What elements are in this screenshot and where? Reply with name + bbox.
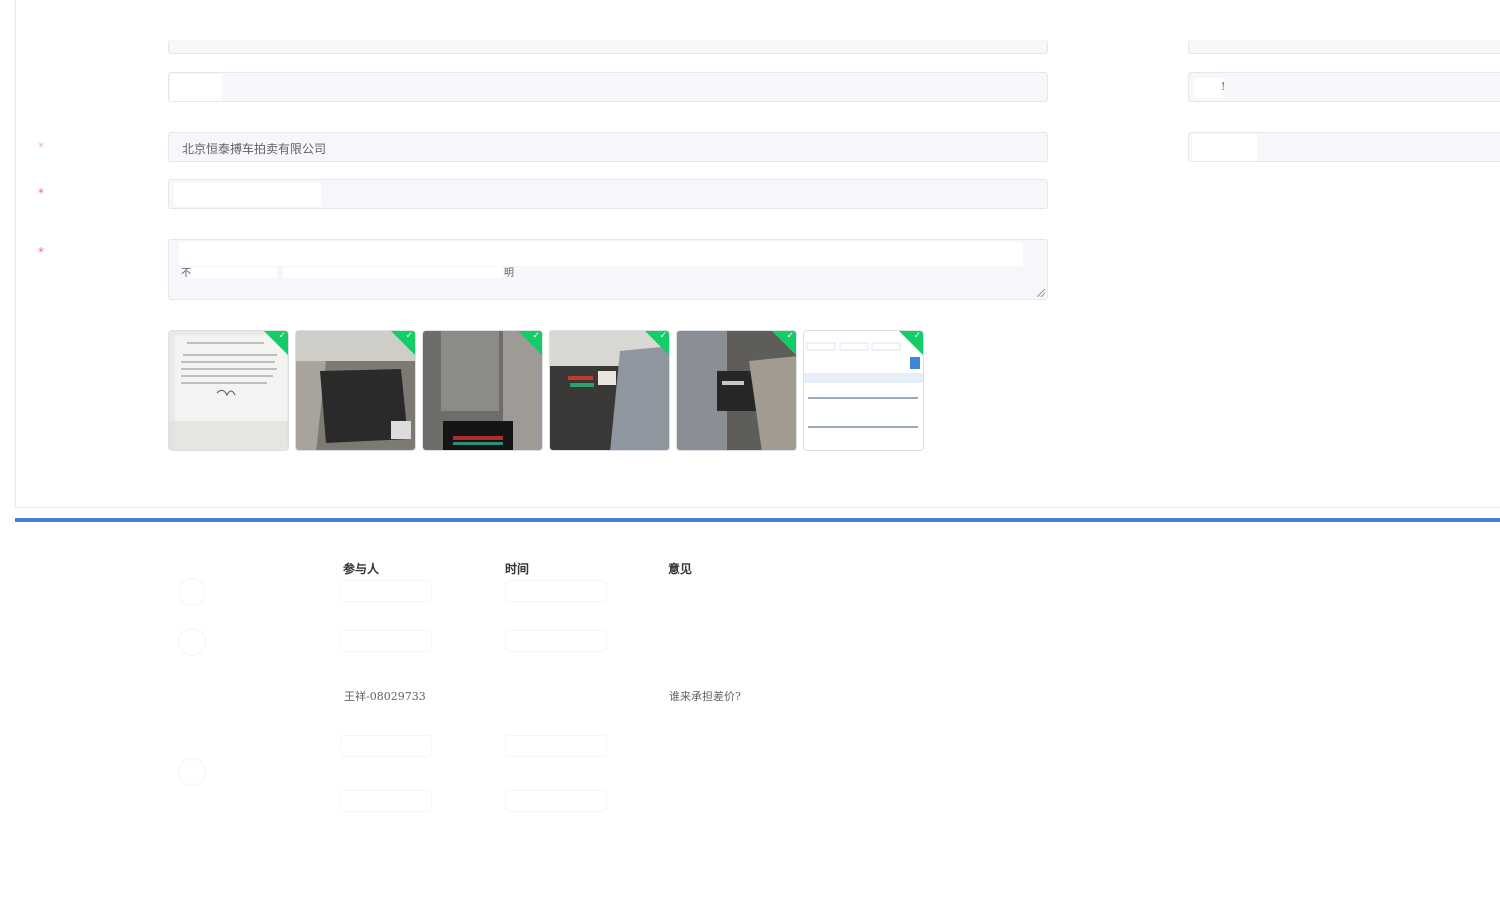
ghost-cell: [505, 580, 607, 602]
right-field-1[interactable]: !: [1188, 72, 1500, 102]
redacted-block: [179, 242, 1023, 266]
column-header-time: 时间: [505, 562, 530, 576]
remark-end: 明: [504, 268, 514, 279]
field-3[interactable]: [168, 179, 1048, 209]
right-field-1-value: !: [1221, 80, 1226, 93]
ghost-cell: [340, 630, 432, 652]
check-icon: ✓: [405, 331, 413, 341]
redacted-block: [283, 267, 503, 278]
photo-thumb-console[interactable]: ✓: [676, 330, 797, 451]
column-header-participant: 参与人: [343, 562, 380, 576]
ghost-cell: [505, 790, 607, 812]
photo-thumb-seat-floor[interactable]: ✓: [549, 330, 670, 451]
redacted-block: [174, 183, 321, 206]
remark-textarea[interactable]: 不 明: [168, 239, 1048, 300]
photo-thumb-document[interactable]: ✓: [168, 330, 289, 451]
section-divider: [15, 518, 1500, 522]
check-icon: ✓: [913, 331, 921, 341]
redacted-block: [191, 267, 277, 278]
redacted-block: [1194, 78, 1224, 98]
participant-name: 王祥-08029733: [344, 690, 426, 703]
check-icon: ✓: [786, 331, 794, 341]
top-field[interactable]: [168, 40, 1048, 54]
top-right-field[interactable]: [1188, 40, 1500, 54]
required-mark: *: [38, 140, 44, 154]
photo-thumb-floor[interactable]: ✓: [295, 330, 416, 451]
photo-thumb-table[interactable]: ✓: [803, 330, 924, 451]
check-icon: ✓: [532, 331, 540, 341]
required-mark: *: [38, 186, 44, 200]
column-header-opinion: 意见: [668, 562, 693, 576]
timeline-dot: [178, 758, 206, 786]
required-mark: *: [38, 245, 44, 259]
opinion-text: 谁来承担差价?: [669, 690, 741, 703]
field-1[interactable]: [168, 72, 1048, 102]
right-field-2[interactable]: [1188, 132, 1500, 162]
photo-thumb-rear-seat[interactable]: ✓: [422, 330, 543, 451]
ghost-cell: [340, 790, 432, 812]
company-value: 北京恒泰搏车拍卖有限公司: [182, 142, 327, 156]
resize-handle[interactable]: [1037, 289, 1045, 297]
ghost-cell: [505, 735, 607, 757]
ghost-cell: [340, 735, 432, 757]
redacted-block: [170, 74, 222, 101]
check-icon: ✓: [659, 331, 667, 341]
timeline-dot: [178, 628, 206, 656]
check-icon: ✓: [278, 331, 286, 341]
ghost-cell: [340, 580, 432, 602]
ghost-cell: [505, 630, 607, 652]
timeline-dot: [178, 578, 206, 606]
redacted-block: [1192, 134, 1257, 161]
remark-start: 不: [181, 268, 191, 279]
company-field[interactable]: 北京恒泰搏车拍卖有限公司: [168, 132, 1048, 162]
